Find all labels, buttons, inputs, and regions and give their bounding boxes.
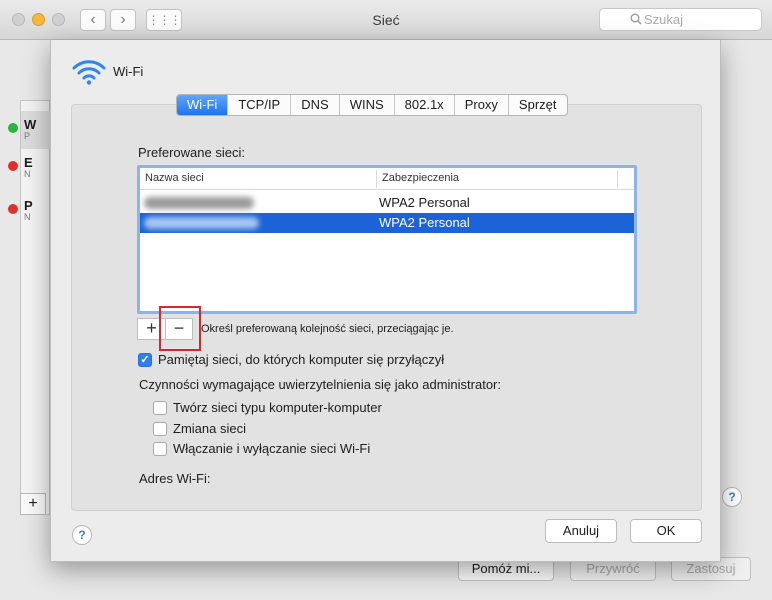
admin-actions-label: Czynności wymagające uwierzytelnienia si… (139, 377, 501, 392)
table-row[interactable]: WPA2 Personal (140, 193, 634, 213)
checkbox-label: Twórz sieci typu komputer-komputer (173, 400, 382, 415)
tab-hardware[interactable]: Sprzęt (507, 95, 567, 115)
status-dot (8, 161, 18, 171)
column-header-security[interactable]: Zabezpieczenia (382, 172, 459, 184)
window-titlebar: ‹ › ⋮⋮⋮ Sieć Szukaj (0, 0, 772, 40)
checkbox-box[interactable] (153, 422, 167, 436)
help-icon[interactable]: ? (72, 525, 92, 545)
network-name-redacted (144, 217, 259, 229)
table-row-selected[interactable]: WPA2 Personal (140, 213, 634, 233)
service-status: N (24, 169, 31, 179)
status-dot (8, 123, 18, 133)
tab-dns[interactable]: DNS (290, 95, 338, 115)
checkbox-label: Zmiana sieci (173, 421, 246, 436)
checkbox-checked[interactable]: ✓ (138, 353, 152, 367)
service-item-other[interactable]: P N (8, 198, 38, 222)
order-hint: Określ preferowaną kolejność sieci, prze… (201, 323, 454, 335)
interface-name: Wi-Fi (113, 64, 144, 79)
highlight-box (159, 306, 201, 351)
tab-wins[interactable]: WINS (338, 95, 394, 115)
network-name-redacted (144, 197, 254, 209)
tab-tcpip[interactable]: TCP/IP (227, 95, 290, 115)
ok-button[interactable]: OK (630, 519, 702, 543)
wifi-advanced-sheet: Wi-Fi Wi-Fi TCP/IP DNS WINS 802.1x Proxy… (50, 40, 721, 562)
service-name: P (24, 198, 33, 213)
service-status: N (24, 212, 31, 222)
checkbox-label: Włączanie i wyłączanie sieci Wi-Fi (173, 441, 371, 456)
help-icon[interactable]: ? (722, 487, 742, 507)
checkbox-label: Pamiętaj sieci, do których komputer się … (158, 352, 445, 367)
wifi-address-label: Adres Wi-Fi: (139, 471, 211, 486)
tab-8021x[interactable]: 802.1x (393, 95, 454, 115)
service-name: E (24, 155, 33, 170)
cancel-button[interactable]: Anuluj (545, 519, 617, 543)
search-icon (630, 10, 642, 31)
search-input[interactable]: Szukaj (599, 8, 762, 31)
column-header-network-name[interactable]: Nazwa sieci (145, 172, 204, 184)
service-status: P (24, 131, 31, 141)
service-item-wifi[interactable]: W P (8, 117, 38, 141)
tab-wifi[interactable]: Wi-Fi (177, 95, 228, 115)
column-divider (617, 170, 618, 188)
tab-bar: Wi-Fi TCP/IP DNS WINS 802.1x Proxy Sprzę… (176, 94, 568, 116)
checkbox-box[interactable] (153, 442, 167, 456)
service-item-ethernet[interactable]: E N (8, 155, 38, 179)
service-name: W (24, 117, 37, 132)
network-security: WPA2 Personal (379, 195, 470, 210)
table-header: Nazwa sieci Zabezpieczenia (140, 168, 634, 190)
network-security: WPA2 Personal (379, 215, 470, 230)
preferred-networks-table[interactable]: Nazwa sieci Zabezpieczenia WPA2 Personal… (137, 165, 637, 314)
tab-proxy[interactable]: Proxy (453, 95, 508, 115)
search-placeholder: Szukaj (644, 12, 684, 27)
wifi-icon (72, 60, 106, 85)
status-dot (8, 204, 18, 214)
checkbox-box[interactable] (153, 401, 167, 415)
preferred-networks-label: Preferowane sieci: (138, 145, 245, 160)
add-service-button[interactable]: + (20, 493, 46, 515)
column-divider (376, 170, 377, 188)
